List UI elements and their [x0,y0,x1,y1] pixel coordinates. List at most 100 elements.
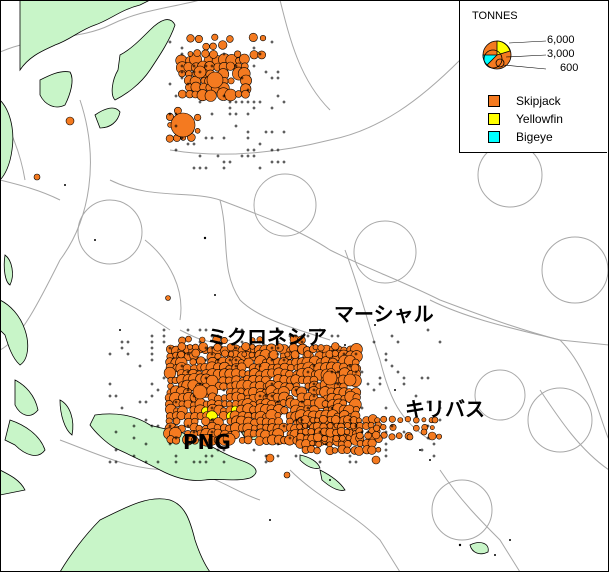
catch-circle [65,116,75,126]
effort-marker [150,346,154,350]
catch-circle [280,406,289,415]
swatch-yellowfin [488,113,500,125]
catch-circle [397,417,404,423]
catch-circle [345,435,352,441]
catch-circle [224,88,237,102]
effort-marker [228,160,232,164]
catch-circle [219,382,228,391]
effort-marker [336,334,340,338]
effort-marker [162,328,166,332]
catch-circle [313,432,323,443]
catch-circle [228,351,235,358]
catch-circle [284,351,291,358]
catch-circle [177,342,187,351]
land-visayas [14,379,39,416]
catch-circle [226,35,234,43]
effort-marker [126,340,130,344]
catch-circle [186,34,195,43]
land-taiwan [3,254,13,286]
effort-marker [318,460,322,464]
catch-circle [321,435,328,442]
catch-circle [209,50,218,59]
effort-marker [210,112,214,116]
swatch-skipjack [488,95,500,107]
catch-circle [234,90,243,98]
catch-circle [315,440,323,448]
effort-marker [426,376,430,380]
catch-circle [194,113,202,122]
legend-size-600: 600 [560,62,579,74]
label-png: PNG [183,430,231,454]
effort-marker [120,406,124,410]
effort-marker [360,370,364,374]
catch-circle [388,433,396,441]
effort-marker [282,160,286,164]
effort-marker [246,154,250,158]
catch-circle [332,434,340,442]
effort-marker [216,154,220,158]
effort-marker [276,70,280,74]
catch-circle [326,422,334,429]
catch-circle [191,348,201,358]
catch-circle [170,112,196,138]
effort-marker [252,64,256,68]
catch-circle [192,384,208,400]
legend-row-yellowfin: Yellowfin [488,112,563,126]
land-australia [59,498,211,572]
effort-marker [204,166,208,170]
effort-marker [276,454,280,458]
catch-circle [290,350,300,360]
catch-circle [178,89,187,99]
effort-marker [222,166,226,170]
effort-marker [168,40,172,44]
catch-circle [427,431,437,441]
catch-circle [259,34,267,42]
effort-marker [252,448,256,452]
catch-circle [296,423,303,430]
land-kyushu [94,107,121,129]
swatch-bigeye [488,131,500,143]
effort-marker [150,382,154,386]
effort-marker [138,400,142,404]
effort-marker [384,442,388,446]
eez-circles [77,142,609,541]
catch-circles [33,32,442,479]
effort-marker [246,148,250,152]
catch-circle [248,351,255,359]
effort-marker [234,100,238,104]
effort-marker [372,388,376,392]
effort-marker [246,130,250,134]
effort-marker [144,400,148,404]
effort-marker [276,148,280,152]
land-islands-se [469,542,489,555]
catch-circle [187,344,193,350]
catch-circle [389,423,397,431]
catch-circle [187,51,194,57]
effort-marker [252,154,256,158]
catch-circle [234,50,242,58]
catch-circle [287,364,295,372]
effort-marker [282,100,286,104]
effort-marker [114,394,118,398]
catch-circle [185,335,192,343]
land-korea [39,71,73,108]
effort-marker [108,460,112,464]
catch-circle [211,33,219,41]
effort-marker [330,334,334,338]
effort-marker [156,388,160,392]
effort-marker [420,376,424,380]
catch-circle [322,370,338,386]
catch-circle [344,428,351,436]
catch-circle [177,350,185,359]
effort-marker [384,352,388,356]
effort-marker [396,370,400,374]
effort-marker [108,382,112,386]
effort-marker [264,130,268,134]
effort-marker [384,454,388,458]
legend-size-symbols [482,40,547,70]
catch-circle [319,415,328,424]
catch-circle [303,350,312,359]
catch-circle [388,415,396,423]
catch-circle [33,173,41,181]
legend-label-skipjack: Skipjack [516,94,561,108]
